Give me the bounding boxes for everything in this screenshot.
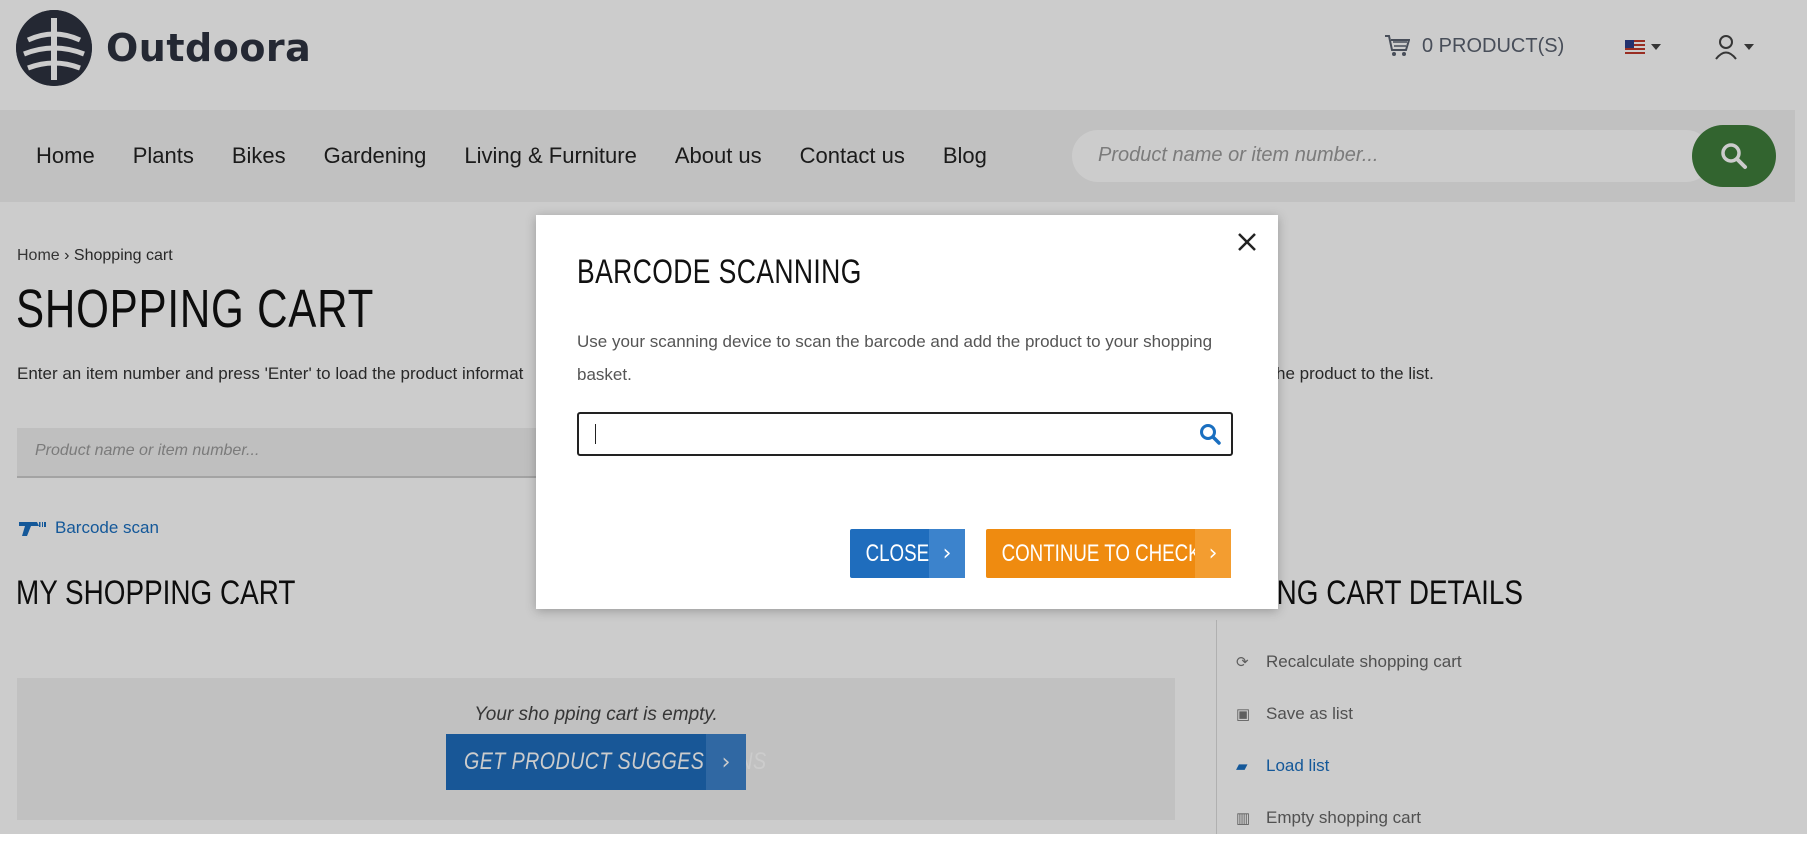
barcode-input[interactable]: [577, 412, 1233, 456]
text-caret: [595, 424, 596, 444]
close-button-label: CLOSE: [865, 539, 930, 567]
close-button[interactable]: CLOSE ›: [850, 529, 965, 578]
chevron-right-icon: ›: [1195, 529, 1231, 578]
close-icon[interactable]: [1234, 229, 1260, 255]
modal-description: Use your scanning device to scan the bar…: [577, 332, 1213, 384]
continue-to-checkout-button[interactable]: CONTINUE TO CHECKOUT ›: [986, 529, 1241, 578]
chevron-right-icon: ›: [929, 529, 965, 578]
search-icon[interactable]: [1199, 423, 1221, 445]
barcode-scanning-dialog: BARCODE SCANNING Use your scanning devic…: [536, 215, 1278, 609]
modal-title: BARCODE SCANNING: [577, 253, 862, 291]
checkout-button-label: CONTINUE TO CHECKOUT: [1001, 539, 1241, 567]
